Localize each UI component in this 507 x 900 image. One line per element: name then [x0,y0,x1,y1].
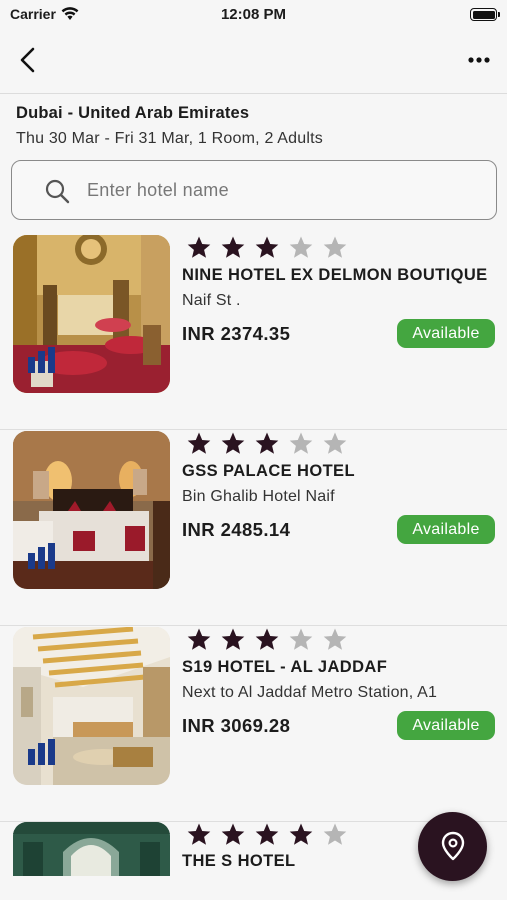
clock: 12:08 PM [220,6,287,23]
hotel-name[interactable]: S19 HOTEL - AL JADDAF [182,658,387,677]
hotel-price: INR 2374.35 [182,323,291,344]
star-filled-icon [187,236,211,258]
hotel-photo[interactable] [13,627,170,785]
star-filled-icon [221,432,245,454]
star-rating [186,822,348,846]
search-icon [45,179,70,204]
battery-icon [470,8,500,21]
star-rating [186,627,348,651]
hotel-card[interactable]: GSS PALACE HOTEL Bin Ghalib Hotel Naif I… [0,431,507,626]
star-filled-icon [187,823,211,845]
hotel-card[interactable]: S19 HOTEL - AL JADDAF Next to Al Jaddaf … [0,627,507,822]
more-options-button[interactable] [465,46,493,74]
hotel-address: Bin Ghalib Hotel Naif [182,488,335,505]
hotel-photo[interactable] [13,431,170,589]
map-view-button[interactable] [418,812,487,881]
star-filled-icon [221,236,245,258]
star-empty-icon [323,432,347,454]
hotel-address: Next to Al Jaddaf Metro Station, A1 [182,684,438,701]
chevron-left-icon [20,47,35,73]
hotel-price: INR 2485.14 [182,519,291,540]
star-empty-icon [289,628,313,650]
star-filled-icon [255,823,279,845]
hotel-photo[interactable] [13,235,170,393]
stay-details: Thu 30 Mar - Fri 31 Mar, 1 Room, 2 Adult… [16,130,323,147]
back-button[interactable] [12,44,44,76]
star-filled-icon [289,823,313,845]
availability-badge: Available [397,515,495,544]
star-empty-icon [323,236,347,258]
star-empty-icon [289,432,313,454]
hotel-search-input[interactable] [87,175,477,205]
hotel-name[interactable]: NINE HOTEL EX DELMON BOUTIQUE [182,266,488,285]
hotel-card[interactable]: NINE HOTEL EX DELMON BOUTIQUE Naif St . … [0,235,507,430]
bar-chart-icon [28,347,56,378]
status-bar: Carrier 12:08 PM [0,0,507,30]
map-pin-icon [441,831,465,861]
star-filled-icon [187,432,211,454]
star-rating [186,235,348,259]
star-filled-icon [221,823,245,845]
star-empty-icon [289,236,313,258]
navigation-bar [0,30,507,94]
ellipsis-icon [468,57,490,63]
availability-badge: Available [397,319,495,348]
hotel-photo[interactable] [13,822,170,876]
star-empty-icon [323,823,347,845]
hotel-name[interactable]: THE S HOTEL [182,852,296,871]
bar-chart-icon [28,739,56,770]
star-filled-icon [255,628,279,650]
bar-chart-icon [28,543,56,574]
hotel-name[interactable]: GSS PALACE HOTEL [182,462,355,481]
hotel-search-box[interactable] [11,160,497,220]
star-filled-icon [255,432,279,454]
availability-badge: Available [397,711,495,740]
star-rating [186,431,348,455]
star-filled-icon [255,236,279,258]
destination-label: Dubai - United Arab Emirates [16,104,250,122]
star-empty-icon [323,628,347,650]
star-filled-icon [221,628,245,650]
hotel-price: INR 3069.28 [182,715,291,736]
star-filled-icon [187,628,211,650]
hotel-address: Naif St . [182,292,241,309]
